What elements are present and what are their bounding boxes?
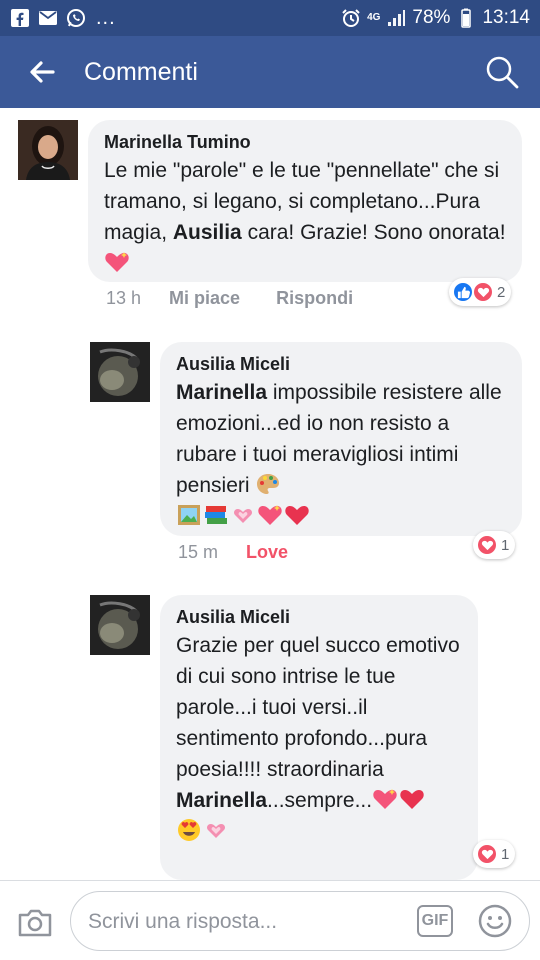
back-arrow-icon: [30, 61, 55, 83]
reply-button[interactable]: Rispondi: [276, 288, 353, 309]
comment-meta: 15 m Love: [178, 542, 324, 563]
whatsapp-icon: [66, 8, 86, 28]
network-type: 4G: [367, 12, 381, 23]
back-button[interactable]: [0, 36, 84, 108]
mail-icon: [38, 8, 58, 28]
avatar[interactable]: [90, 595, 150, 655]
battery-icon: [456, 8, 476, 28]
reactions-summary[interactable]: 1: [473, 840, 516, 868]
sparkling-heart-icon: [257, 503, 283, 527]
sparkling-heart-icon: [104, 250, 130, 274]
page-title: Commenti: [84, 57, 198, 86]
status-bar: ... 4G 78% 13:14: [0, 0, 540, 36]
comment-text: Le mie "parole" e le tue "pennellate" ch…: [104, 155, 506, 279]
comment-bubble[interactable]: Ausilia Miceli Marinella impossibile res…: [160, 342, 522, 536]
heart-eyes-icon: [176, 818, 202, 842]
love-reaction-icon: [476, 534, 498, 556]
sparkling-heart-icon: [230, 503, 256, 527]
like-reaction-icon: [452, 281, 474, 303]
search-icon: [486, 56, 519, 89]
battery-percent: 78%: [412, 7, 451, 28]
reactions-summary[interactable]: 2: [449, 278, 512, 306]
app-bar: Commenti: [0, 36, 540, 108]
avatar[interactable]: [18, 120, 78, 180]
reply-comment: Ausilia Miceli Marinella impossibile res…: [0, 330, 540, 570]
love-reaction-icon: [476, 843, 498, 865]
reaction-count: 1: [501, 845, 510, 863]
comment-author[interactable]: Marinella Tumino: [104, 132, 506, 153]
gif-button[interactable]: GIF: [417, 905, 453, 937]
alarm-icon: [341, 8, 361, 28]
comment-text: Marinella impossibile resistere alle emo…: [176, 377, 506, 532]
comments-screen: ... 4G 78% 13:14 Commenti Marinella Tumi…: [0, 0, 540, 960]
comment-mention[interactable]: Marinella: [176, 381, 267, 404]
smiley-icon: [478, 904, 512, 938]
more-notifications: ...: [96, 6, 116, 29]
reply-input[interactable]: Scrivi una risposta... GIF: [70, 891, 530, 951]
framed-picture-icon: [176, 503, 202, 527]
reply-composer: Scrivi una risposta... GIF: [0, 880, 540, 960]
facebook-icon: [10, 8, 30, 28]
comment-text: Grazie per quel succo emotivo di cui son…: [176, 630, 462, 847]
red-heart-icon: [284, 503, 310, 527]
books-icon: [203, 503, 229, 527]
comment-bubble[interactable]: Marinella Tumino Le mie "parole" e le tu…: [88, 120, 522, 282]
comment: Marinella Tumino Le mie "parole" e le tu…: [0, 108, 540, 318]
comment-bubble[interactable]: Ausilia Miceli Grazie per quel succo emo…: [160, 595, 478, 880]
notification-icons: ...: [10, 7, 116, 30]
system-icons: 4G 78% 13:14: [341, 7, 530, 29]
sparkling-heart-icon: [372, 787, 398, 811]
reaction-count: 1: [501, 536, 510, 554]
avatar[interactable]: [90, 342, 150, 402]
clock: 13:14: [482, 7, 530, 28]
comment-time: 15 m: [178, 542, 219, 562]
comment-time: 13 h: [106, 288, 142, 308]
comment-mention[interactable]: Ausilia: [173, 221, 242, 244]
love-reaction-icon: [472, 281, 494, 303]
artist-palette-icon: [255, 472, 281, 496]
search-button[interactable]: [482, 52, 522, 92]
like-button[interactable]: Mi piace: [169, 288, 240, 309]
signal-icon: [386, 8, 406, 28]
comment-text-part: cara! Grazie! Sono onorata!: [241, 221, 506, 244]
red-heart-icon: [399, 787, 425, 811]
reactions-summary[interactable]: 1: [473, 531, 516, 559]
love-button[interactable]: Love: [246, 542, 288, 563]
camera-button[interactable]: [16, 903, 54, 941]
emoji-button[interactable]: [477, 903, 513, 939]
sparkling-heart-icon: [203, 818, 229, 842]
comment-text-part: ...sempre...: [267, 789, 373, 812]
comment-text-part: Grazie per quel succo emotivo di cui son…: [176, 634, 460, 781]
camera-icon: [18, 909, 52, 937]
reaction-count: 2: [497, 283, 506, 301]
comment-meta: 13 h Mi piace Rispondi: [106, 288, 389, 309]
comment-mention[interactable]: Marinella: [176, 789, 267, 812]
comment-author[interactable]: Ausilia Miceli: [176, 354, 506, 375]
comment-author[interactable]: Ausilia Miceli: [176, 607, 462, 628]
reply-comment: Ausilia Miceli Grazie per quel succo emo…: [0, 583, 540, 883]
reply-input-placeholder: Scrivi una risposta...: [88, 910, 278, 933]
